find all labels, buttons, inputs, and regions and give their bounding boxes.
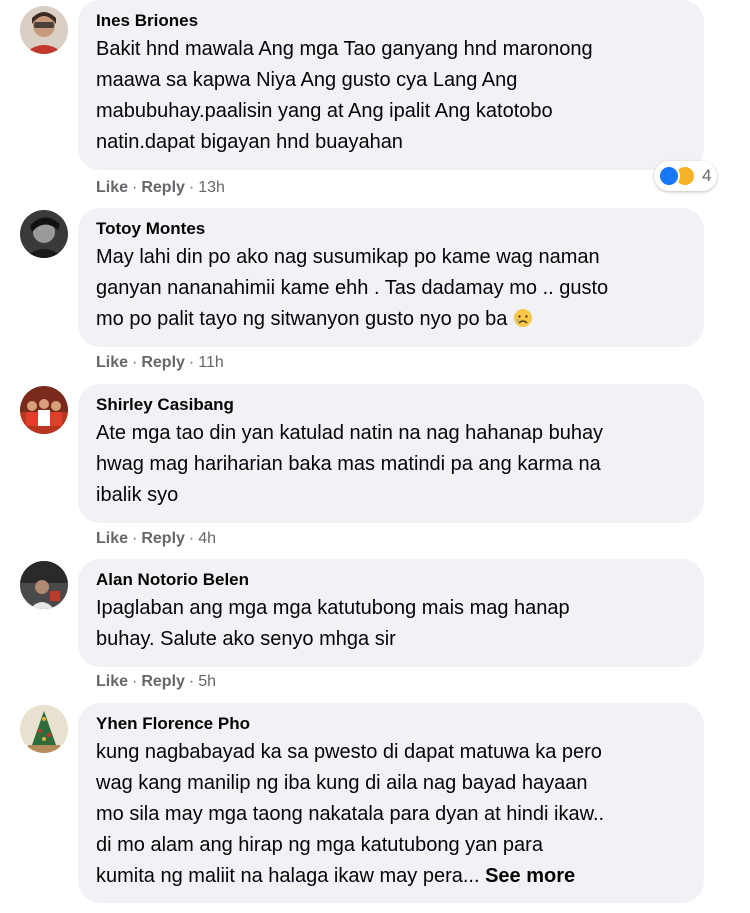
avatar[interactable]: [20, 210, 68, 258]
comment-author[interactable]: Alan Notorio Belen: [96, 569, 686, 591]
comment-author[interactable]: Yhen Florence Pho: [96, 713, 686, 735]
comment-text: Bakit hnd mawala Ang mga Tao ganyang hnd…: [96, 38, 593, 153]
like-reaction-icon: [658, 165, 680, 187]
separator: ·: [188, 179, 195, 196]
comment-text: Ipaglaban ang mga mga katutubong mais ma…: [96, 597, 570, 650]
comment-bubble: Totoy Montes May lahi din po ako nag sus…: [78, 208, 704, 347]
comment-timestamp[interactable]: 5h: [198, 673, 216, 690]
separator: ·: [188, 530, 195, 547]
comment-author[interactable]: Ines Briones: [96, 10, 686, 32]
comment-actions: Like · Reply · 13h: [96, 178, 225, 198]
separator: ·: [132, 530, 138, 547]
comment-bubble: Alan Notorio Belen Ipaglaban ang mga mga…: [78, 559, 704, 667]
comment-bubble: Ines Briones Bakit hnd mawala Ang mga Ta…: [78, 0, 704, 170]
like-button[interactable]: Like: [96, 354, 128, 371]
reply-button[interactable]: Reply: [141, 354, 185, 371]
separator: ·: [132, 354, 138, 371]
reaction-summary[interactable]: 4: [654, 161, 718, 191]
next-comment-cut-off: [96, 905, 256, 913]
comment-bubble: Yhen Florence Pho kung nagbabayad ka sa …: [78, 703, 704, 903]
comment-author[interactable]: Totoy Montes: [96, 218, 686, 240]
reply-button[interactable]: Reply: [141, 179, 185, 196]
comment-timestamp[interactable]: 11h: [198, 354, 224, 371]
reply-button[interactable]: Reply: [141, 673, 185, 690]
comment-actions: Like · Reply · 5h: [96, 672, 216, 692]
avatar[interactable]: [20, 705, 68, 753]
comment-timestamp[interactable]: 4h: [198, 530, 216, 547]
crying-face-emoji-icon: [513, 307, 533, 327]
avatar[interactable]: [20, 6, 68, 54]
avatar[interactable]: [20, 386, 68, 434]
comment-actions: Like · Reply · 4h: [96, 529, 216, 549]
comment-text: kung nagbabayad ka sa pwesto di dapat ma…: [96, 737, 686, 892]
see-more-link[interactable]: See more: [485, 865, 575, 887]
reply-button[interactable]: Reply: [141, 530, 185, 547]
separator: ·: [132, 673, 138, 690]
like-button[interactable]: Like: [96, 530, 128, 547]
comment-bubble: Shirley Casibang Ate mga tao din yan kat…: [78, 384, 704, 523]
comment-author[interactable]: Shirley Casibang: [96, 394, 686, 416]
like-button[interactable]: Like: [96, 673, 128, 690]
avatar[interactable]: [20, 561, 68, 609]
comment-text: Ate mga tao din yan katulad natin na nag…: [96, 422, 604, 506]
separator: ·: [188, 354, 195, 371]
comment-actions: Like · Reply · 11h: [96, 353, 224, 373]
reaction-count: 4: [702, 166, 712, 185]
comment-timestamp[interactable]: 13h: [198, 179, 225, 196]
like-button[interactable]: Like: [96, 179, 128, 196]
separator: ·: [132, 179, 138, 196]
separator: ·: [188, 673, 195, 690]
comment-text: May lahi din po ako nag susumikap po kam…: [96, 242, 686, 335]
